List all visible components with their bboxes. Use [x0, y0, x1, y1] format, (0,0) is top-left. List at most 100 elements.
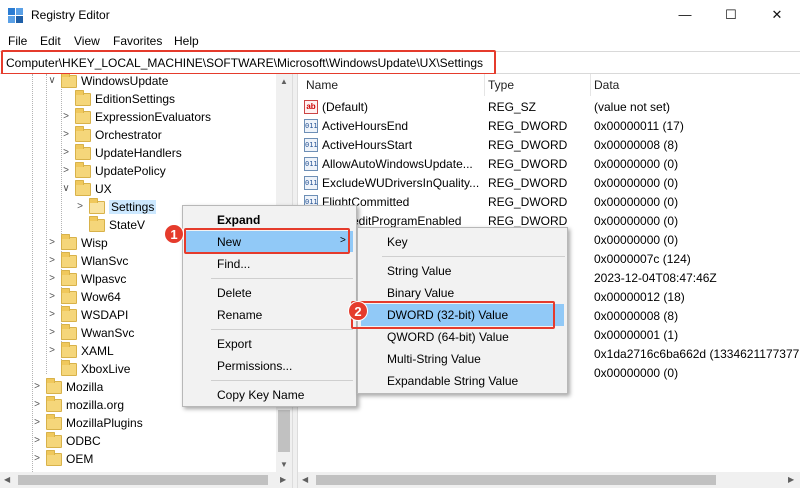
expand-chevron-icon[interactable]: >	[61, 147, 71, 158]
scroll-thumb[interactable]	[18, 475, 268, 485]
expand-chevron-icon[interactable]: >	[32, 453, 42, 464]
tree-node[interactable]: > ExpressionEvaluators	[0, 108, 276, 127]
expand-chevron-icon[interactable]: >	[32, 435, 42, 446]
tree-horizontal-scrollbar[interactable]: ◀ ▶	[0, 472, 292, 488]
tree-node-label[interactable]: ExpressionEvaluators	[95, 110, 211, 124]
tree-node-label[interactable]: Orchestrator	[95, 128, 162, 142]
tree-node-label[interactable]: UX	[95, 182, 112, 196]
expand-chevron-icon[interactable]: >	[32, 399, 42, 410]
collapse-chevron-icon[interactable]: ∨	[47, 75, 57, 86]
value-row[interactable]: 011 ActiveHoursEnd REG_DWORD 0x00000011 (17…	[298, 117, 800, 136]
expand-chevron-icon[interactable]: >	[47, 309, 57, 320]
menu-item-find[interactable]: Find...	[217, 257, 250, 271]
column-header-data[interactable]: Data	[594, 78, 619, 92]
expand-chevron-icon[interactable]: >	[61, 111, 71, 122]
tree-node-label[interactable]: mozilla.org	[66, 398, 124, 412]
scroll-right-arrow-icon[interactable]: ▶	[788, 475, 794, 484]
menu-separator	[211, 329, 353, 330]
close-button[interactable]: ✕	[754, 0, 800, 31]
tree-node-label[interactable]: Settings	[109, 200, 157, 214]
scroll-thumb[interactable]	[278, 410, 290, 452]
submenu-item-qword-64-bit-value[interactable]: QWORD (64-bit) Value	[387, 330, 509, 344]
tree-node[interactable]: > ODBC	[0, 432, 276, 451]
tree-node-label[interactable]: ODBC	[66, 434, 101, 448]
column-header-name[interactable]: Name	[306, 78, 338, 92]
expand-chevron-icon[interactable]: >	[47, 291, 57, 302]
scroll-down-arrow-icon[interactable]: ▼	[280, 460, 288, 469]
menu-favorites[interactable]: Favorites	[113, 34, 162, 48]
menu-file[interactable]: File	[8, 34, 27, 48]
expand-chevron-icon[interactable]: >	[61, 165, 71, 176]
tree-node-label[interactable]: WindowsUpdate	[81, 74, 168, 88]
expand-chevron-icon[interactable]: >	[32, 417, 42, 428]
values-horizontal-scrollbar[interactable]: ◀ ▶	[298, 472, 800, 488]
tree-node-label[interactable]: OEM	[66, 452, 93, 466]
tree-node[interactable]: > UpdateHandlers	[0, 144, 276, 163]
menu-item-delete[interactable]: Delete	[217, 286, 252, 300]
expand-chevron-icon[interactable]: >	[32, 381, 42, 392]
tree-node[interactable]: ∨ UX	[0, 180, 276, 199]
tree-node-label[interactable]: WlanSvc	[81, 254, 128, 268]
scroll-thumb[interactable]	[316, 475, 716, 485]
tree-node-label[interactable]: StateV	[109, 218, 145, 232]
value-data: 0x00000000 (0)	[594, 195, 679, 209]
value-name: ActiveHoursEnd	[322, 119, 409, 133]
menu-item-expand[interactable]: Expand	[217, 213, 260, 227]
submenu-item-string-value[interactable]: String Value	[387, 264, 451, 278]
column-divider[interactable]	[590, 74, 591, 96]
expand-chevron-icon[interactable]: >	[75, 201, 85, 212]
tree-node[interactable]: > MozillaPlugins	[0, 414, 276, 433]
expand-chevron-icon[interactable]: >	[47, 327, 57, 338]
tree-node-label[interactable]: Wisp	[81, 236, 108, 250]
tree-node-label[interactable]: XboxLive	[81, 362, 130, 376]
menu-help[interactable]: Help	[174, 34, 199, 48]
title-bar: Registry Editor — ☐ ✕	[0, 0, 800, 31]
scroll-left-arrow-icon[interactable]: ◀	[4, 475, 10, 484]
tree-node[interactable]: > UpdatePolicy	[0, 162, 276, 181]
expand-chevron-icon[interactable]: >	[47, 345, 57, 356]
column-header-type[interactable]: Type	[488, 78, 514, 92]
value-row[interactable]: 011 AllowAutoWindowsUpdate... REG_DWORD 0x0…	[298, 155, 800, 174]
submenu-item-expandable-string-value[interactable]: Expandable String Value	[387, 374, 518, 388]
collapse-chevron-icon[interactable]: ∨	[61, 183, 71, 194]
tree-node-label[interactable]: WSDAPI	[81, 308, 128, 322]
menu-item-export[interactable]: Export	[217, 337, 252, 351]
tree-node-label[interactable]: UpdatePolicy	[95, 164, 166, 178]
menu-view[interactable]: View	[74, 34, 100, 48]
tree-node[interactable]: > Orchestrator	[0, 126, 276, 145]
value-data: 0x00000011 (17)	[594, 119, 684, 133]
tree-node-label[interactable]: Wow64	[81, 290, 121, 304]
value-row[interactable]: 011 ActiveHoursStart REG_DWORD 0x00000008 (…	[298, 136, 800, 155]
expand-chevron-icon[interactable]: >	[47, 273, 57, 284]
tree-node-label[interactable]: Mozilla	[66, 380, 103, 394]
submenu-item-key[interactable]: Key	[387, 235, 408, 249]
value-type: REG_DWORD	[488, 176, 568, 190]
value-row[interactable]: ab (Default) REG_SZ (value not set)	[298, 98, 800, 117]
tree-node[interactable]: EditionSettings	[0, 90, 276, 109]
tree-node[interactable]: > OEM	[0, 450, 276, 469]
menu-item-copy-key-name[interactable]: Copy Key Name	[217, 388, 304, 402]
tree-node-label[interactable]: WwanSvc	[81, 326, 134, 340]
value-row[interactable]: 011 ExcludeWUDriversInQuality... REG_DWORD…	[298, 174, 800, 193]
menu-item-permissions[interactable]: Permissions...	[217, 359, 292, 373]
scroll-right-arrow-icon[interactable]: ▶	[280, 475, 286, 484]
scroll-left-arrow-icon[interactable]: ◀	[302, 475, 308, 484]
menu-edit[interactable]: Edit	[40, 34, 61, 48]
maximize-button[interactable]: ☐	[708, 0, 754, 31]
tree-node-label[interactable]: Wlpasvc	[81, 272, 126, 286]
submenu-item-multi-string-value[interactable]: Multi-String Value	[387, 352, 481, 366]
menu-item-rename[interactable]: Rename	[217, 308, 262, 322]
scroll-up-arrow-icon[interactable]: ▲	[280, 77, 288, 86]
expand-chevron-icon[interactable]: >	[47, 237, 57, 248]
tree-node-label[interactable]: XAML	[81, 344, 114, 358]
minimize-button[interactable]: —	[662, 0, 708, 31]
tree-node[interactable]: ∨ WindowsUpdate	[0, 74, 276, 91]
expand-chevron-icon[interactable]: >	[47, 255, 57, 266]
value-row[interactable]: 011 FlightCommitted REG_DWORD 0x00000000 (0…	[298, 193, 800, 212]
column-divider[interactable]	[484, 74, 485, 96]
tree-node-label[interactable]: MozillaPlugins	[66, 416, 143, 430]
tree-node-label[interactable]: UpdateHandlers	[95, 146, 182, 160]
tree-node-label[interactable]: EditionSettings	[95, 92, 175, 106]
expand-chevron-icon[interactable]: >	[61, 129, 71, 140]
submenu-item-binary-value[interactable]: Binary Value	[387, 286, 454, 300]
